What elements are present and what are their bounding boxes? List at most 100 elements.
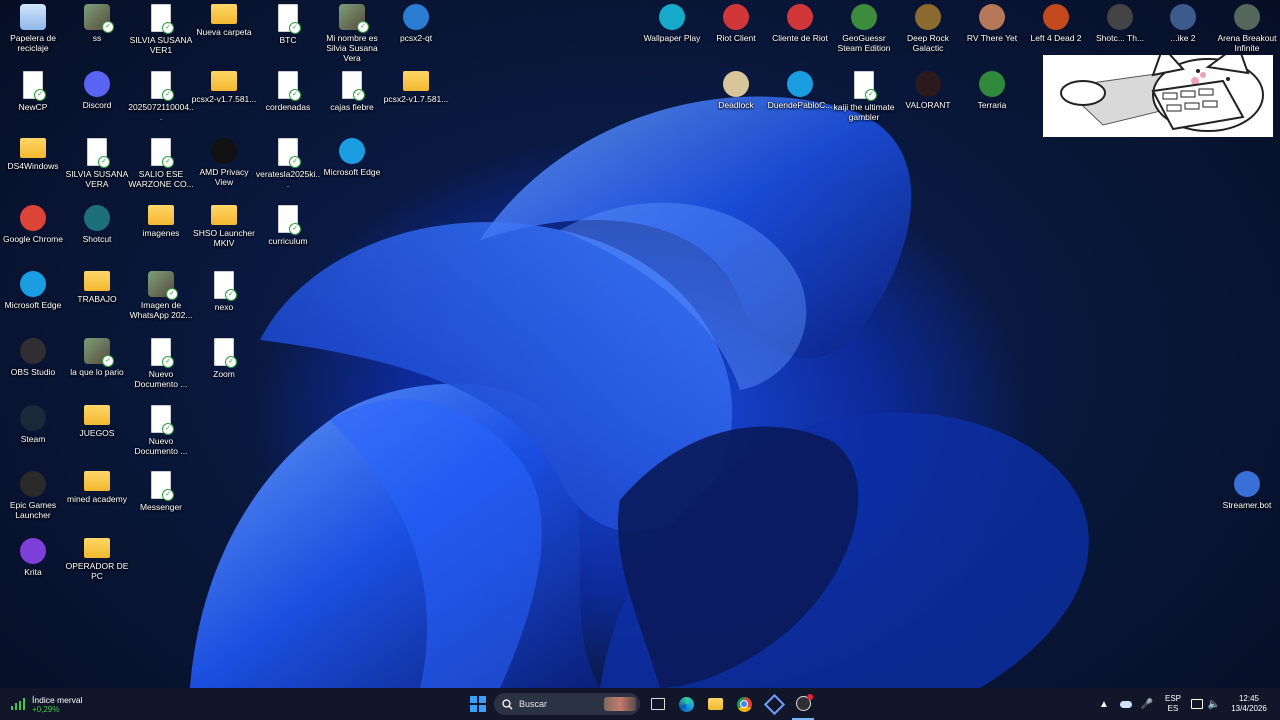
taskbar-task-view[interactable] — [648, 688, 668, 720]
tray-volume[interactable]: 🔈 — [1207, 688, 1221, 720]
desktop-icon-label: SALIO ESE WARZONE CO... — [128, 169, 194, 189]
desktop-icon[interactable]: Terraria — [959, 67, 1025, 133]
desktop-icon[interactable]: ✓ SALIO ESE WARZONE CO... — [128, 134, 194, 200]
desktop-icon-label: ...ike 2 — [1170, 33, 1196, 43]
desktop-icon[interactable]: VALORANT — [895, 67, 961, 133]
taskbar-edge[interactable] — [676, 688, 696, 720]
desktop-icon[interactable]: ✓ SILVIA SUSANA VERA — [64, 134, 130, 200]
desktop-icon[interactable]: pcsx2-qt — [383, 0, 449, 66]
desktop-icon[interactable]: pcsx2-v1.7.581... — [383, 67, 449, 133]
desktop-icon[interactable]: Steam — [0, 401, 66, 467]
folder-icon — [707, 698, 723, 710]
desktop-icon-label: Deep Rock Galactic — [906, 33, 950, 53]
desktop-icon[interactable]: pcsx2-v1.7.581... — [191, 67, 257, 133]
desktop-icon-label: Deadlock — [718, 100, 754, 110]
start-button[interactable] — [466, 688, 490, 720]
taskbar-streamer-bot[interactable] — [763, 688, 785, 720]
desktop-icon[interactable]: RV There Yet — [959, 0, 1025, 66]
tray-microphone[interactable]: 🎤 — [1140, 688, 1154, 720]
obs-icon — [795, 693, 813, 711]
desktop-icon[interactable]: ✓ Nuevo Documento ... — [128, 334, 194, 400]
tray-overflow-button[interactable]: ▲ — [1097, 688, 1111, 720]
taskbar-file-explorer[interactable] — [705, 688, 725, 720]
desktop-icon[interactable]: ✓ nexo — [191, 267, 257, 333]
desktop-icon[interactable]: Deadlock — [703, 67, 769, 133]
desktop-icon-label: RV There Yet — [966, 33, 1018, 43]
taskbar-chrome[interactable] — [734, 688, 754, 720]
widget-stock[interactable]: Índice merval +0,29% — [10, 688, 120, 720]
desktop-icon[interactable]: imagenes — [128, 201, 194, 267]
taskbar-obs[interactable] — [792, 688, 814, 720]
chrome-icon — [736, 696, 752, 712]
desktop-icon-label: Papelera de reciclaje — [10, 33, 56, 53]
shotcut-icon — [84, 205, 110, 231]
desktop-icon[interactable]: mined academy — [64, 467, 130, 533]
tray-onedrive[interactable] — [1118, 688, 1134, 720]
desktop-icon[interactable]: Nueva carpeta — [191, 0, 257, 66]
image-file-icon: ✓ — [339, 4, 369, 33]
document-icon: ✓ — [214, 338, 237, 368]
desktop-icon[interactable]: ✓ SILVIA SUSANA VER1 — [128, 0, 194, 66]
sync-check-icon: ✓ — [166, 288, 178, 300]
desktop-icon[interactable]: Papelera de reciclaje — [0, 0, 66, 66]
desktop-icon[interactable]: ✓ Mi nombre es Silvia Susana Vera — [319, 0, 385, 66]
desktop-icon[interactable]: Riot Client — [703, 0, 769, 66]
document-icon: ✓ — [87, 138, 110, 168]
streamer-bot-icon — [1234, 471, 1260, 497]
desktop-icon[interactable]: ✓ Nuevo Documento ... — [128, 401, 194, 467]
desktop-icon-label: cajas fiebre — [330, 102, 374, 112]
desktop-icon[interactable]: Streamer.bot — [1214, 467, 1280, 533]
desktop-icon[interactable]: ✓ veratesla2025ki... — [255, 134, 321, 200]
desktop-icon-label: Arena Breakout Infinite — [1217, 33, 1277, 53]
desktop-icon[interactable]: ✓ BTC — [255, 0, 321, 66]
desktop-icon[interactable]: ✓ NewCP — [0, 67, 66, 133]
desktop-icon[interactable]: ✓ 2025072110004... — [128, 67, 194, 133]
desktop-icon-label: Krita — [24, 567, 42, 577]
desktop-icon[interactable]: TRABAJO — [64, 267, 130, 333]
search-input[interactable]: Buscar — [494, 693, 640, 715]
tray-network[interactable] — [1190, 688, 1204, 720]
desktop-icon[interactable]: SHSO Launcher MKIV — [191, 201, 257, 267]
desktop-icon[interactable]: ✓ Imagen de WhatsApp 202... — [128, 267, 194, 333]
desktop-icon[interactable]: ✓ Messenger — [128, 467, 194, 533]
desktop-icon[interactable]: ✓ Zoom — [191, 334, 257, 400]
desktop-icon-label: Microsoft Edge — [323, 167, 381, 177]
desktop-icon[interactable]: ✓ curriculum — [255, 201, 321, 267]
desktop-icon[interactable]: ✓ cordenadas — [255, 67, 321, 133]
desktop-icon[interactable]: ✓ ss — [64, 0, 130, 66]
desktop-icon[interactable]: ✓ kaiji the ultimate gambler — [831, 67, 897, 133]
tray-clock[interactable]: 12:45 13/4/2026 — [1224, 688, 1274, 720]
desktop-icon[interactable]: AMD Privacy View — [191, 134, 257, 200]
desktop-icon[interactable]: Google Chrome — [0, 201, 66, 267]
desktop-icon[interactable]: ✓ cajas fiebre — [319, 67, 385, 133]
desktop-icon[interactable]: Cliente de Riot — [767, 0, 833, 66]
document-icon: ✓ — [23, 71, 46, 101]
desktop-icon[interactable]: GeoGuessr Steam Edition — [831, 0, 897, 66]
desktop-icon-label: pcsx2-v1.7.581... — [191, 94, 257, 104]
desktop-icon[interactable]: Microsoft Edge — [319, 134, 385, 200]
desktop-icon[interactable]: Microsoft Edge — [0, 267, 66, 333]
tray-language[interactable]: ESP ES — [1160, 688, 1186, 720]
amd-privacy-icon — [211, 138, 237, 164]
desktop-icon-label: cordenadas — [265, 102, 311, 112]
desktop-icon-label: la que lo pario — [70, 367, 124, 377]
desktop-icon[interactable]: Deep Rock Galactic — [895, 0, 961, 66]
desktop-icon[interactable]: Epic Games Launcher — [0, 467, 66, 533]
folder-icon — [211, 71, 237, 91]
desktop-icon[interactable]: DuendePabloC... — [767, 67, 833, 133]
desktop-icon[interactable]: Wallpaper Play — [639, 0, 705, 66]
desktop-icon[interactable]: Shotcut — [64, 201, 130, 267]
desktop-icon[interactable]: Discord — [64, 67, 130, 133]
shotcut-icon — [1107, 4, 1133, 30]
desktop-icon[interactable]: DS4Windows — [0, 134, 66, 200]
valorant-icon — [915, 71, 941, 97]
desktop-icon-label: OBS Studio — [10, 367, 56, 377]
desktop-icon[interactable]: OBS Studio — [0, 334, 66, 400]
document-icon: ✓ — [151, 471, 174, 501]
desktop-icon[interactable]: Krita — [0, 534, 66, 600]
desktop-icon[interactable]: ✓ la que lo pario — [64, 334, 130, 400]
desktop-icon-label: Messenger — [139, 502, 183, 512]
desktop-icon[interactable]: JUEGOS — [64, 401, 130, 467]
desktop-icon[interactable]: OPERADOR DE PC — [64, 534, 130, 600]
task-view-icon — [651, 698, 665, 710]
